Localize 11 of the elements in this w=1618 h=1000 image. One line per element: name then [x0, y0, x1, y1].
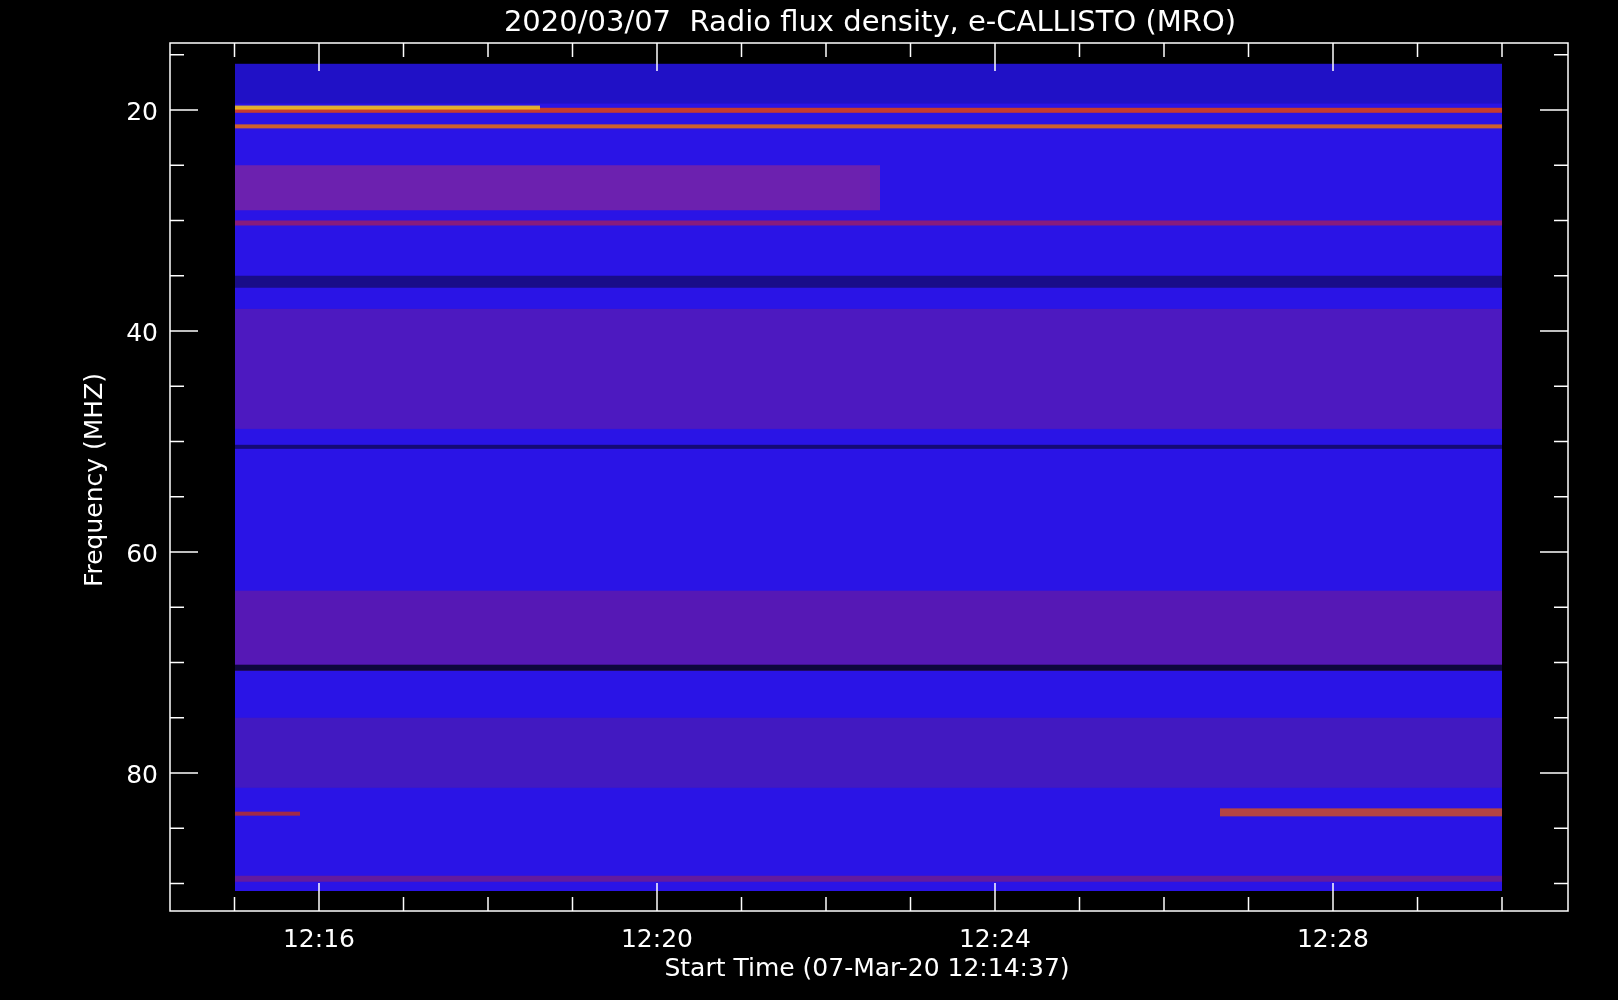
- x-tick-label: 12:16: [283, 924, 355, 953]
- y-tick-label: 20: [126, 97, 158, 126]
- x-axis-label: Start Time (07-Mar-20 12:14:37): [664, 953, 1070, 982]
- x-tick-label: 12:24: [959, 924, 1031, 953]
- x-tick-label: 12:20: [621, 924, 693, 953]
- y-tick-label: 40: [126, 318, 158, 347]
- y-tick-label: 60: [126, 539, 158, 568]
- x-tick-label: 12:28: [1297, 924, 1369, 953]
- chart-title: 2020/03/07 Radio flux density, e-CALLISTO (MRO): [503, 4, 1237, 38]
- y-tick-label: 80: [126, 760, 158, 789]
- y-axis-label: Frequency (MHZ): [79, 372, 108, 588]
